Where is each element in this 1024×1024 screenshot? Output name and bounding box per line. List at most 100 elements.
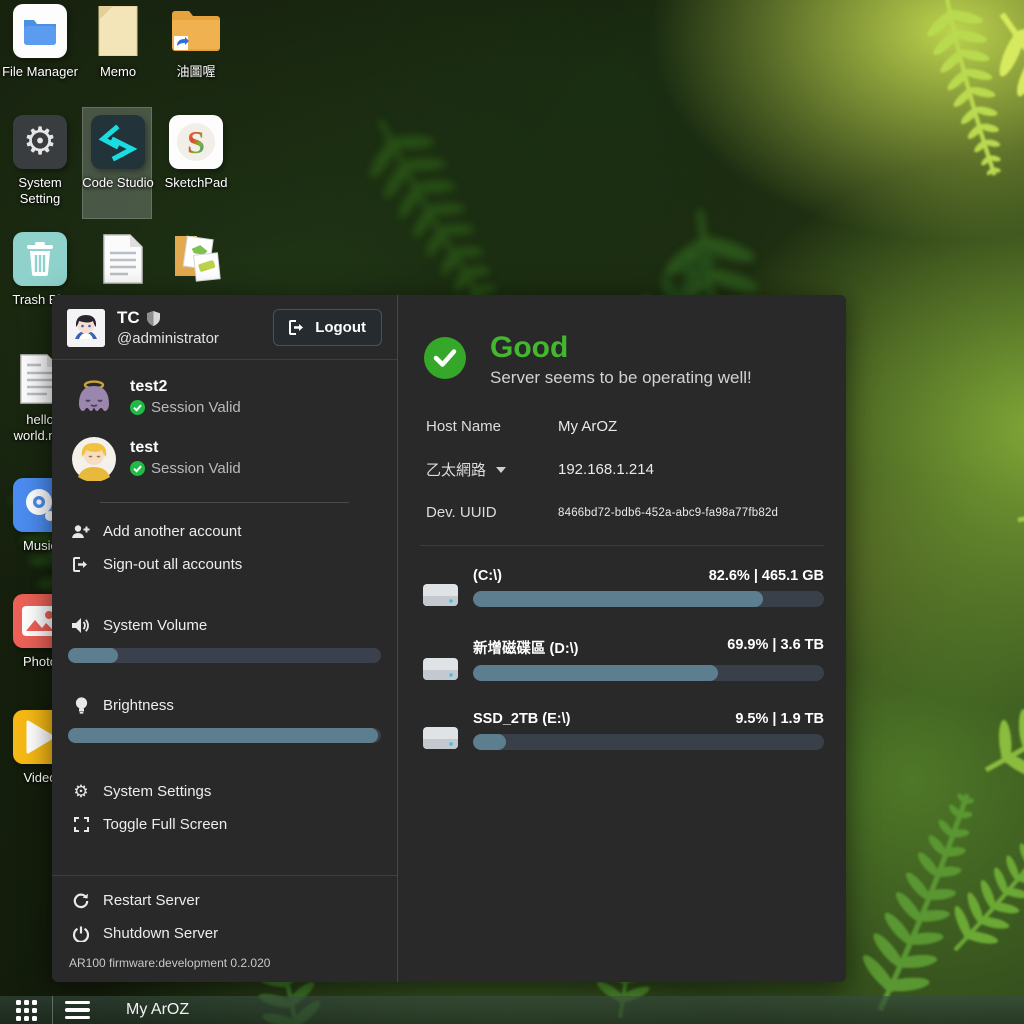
speaker-icon <box>72 618 90 633</box>
disk-row-d: 新增磁碟區 (D:\) 69.9% | 3.6 TB <box>422 637 824 681</box>
bulb-icon <box>72 697 90 714</box>
network-label: 乙太網路 <box>426 459 486 480</box>
network-row: 乙太網路 192.168.1.214 <box>426 459 824 480</box>
brightness-item: Brightness <box>52 689 397 722</box>
user-avatar <box>67 309 105 347</box>
account-row-test2[interactable]: test2 Session Valid <box>72 376 377 420</box>
shutdown-server-item[interactable]: Shutdown Server <box>52 917 397 950</box>
system-settings-label: System Settings <box>103 783 211 800</box>
disk-row-c: (C:\) 82.6% | 465.1 GB <box>422 568 824 607</box>
account-avatar-test <box>72 437 116 481</box>
brightness-slider-fill <box>68 728 378 743</box>
account-name: test <box>130 439 241 457</box>
health-check-icon <box>424 337 466 379</box>
user-handle: @administrator <box>117 330 219 347</box>
check-circle-icon <box>130 400 145 415</box>
account-list: test2 Session Valid test Session Valid <box>52 360 397 500</box>
disk-usage-bar <box>473 591 824 607</box>
desktop-icon-memo[interactable]: Memo <box>90 4 146 80</box>
logout-button[interactable]: Logout <box>273 309 382 346</box>
brightness-label: Brightness <box>103 697 174 714</box>
divider <box>52 875 397 876</box>
disk-usage: 69.9% | 3.6 TB <box>727 637 824 658</box>
server-health-header: Good Server seems to be operating well! <box>424 331 824 388</box>
icon-label: System Setting <box>2 175 78 207</box>
disk-usage: 82.6% | 465.1 GB <box>709 568 824 584</box>
uuid-value: 8466bd72-bdb6-452a-abc9-fa98a77fb82d <box>558 507 778 519</box>
signout-all-item[interactable]: Sign-out all accounts <box>52 548 397 581</box>
account-avatar-test2 <box>72 376 116 420</box>
shortcut-folder-icon <box>169 4 223 58</box>
hdd-icon <box>422 657 459 681</box>
system-volume-label: System Volume <box>103 617 207 634</box>
logout-icon <box>289 320 306 335</box>
desktop-icon-photo-folder[interactable] <box>168 230 224 290</box>
taskbar-title: My ArOZ <box>126 1001 189 1019</box>
disk-name: SSD_2TB (E:\) <box>473 711 571 727</box>
desktop-icon-sketchpad[interactable]: S SketchPad <box>168 115 224 191</box>
sketchpad-icon: S <box>169 115 223 169</box>
icon-label: Memo <box>80 64 156 80</box>
restart-server-label: Restart Server <box>103 892 200 909</box>
icon-label: SketchPad <box>158 175 234 191</box>
signout-all-label: Sign-out all accounts <box>103 556 242 573</box>
logout-label: Logout <box>315 319 366 336</box>
icon-label: 油圖喔 <box>158 64 234 80</box>
current-user-header: TC @administrator Logout <box>52 295 397 359</box>
shield-icon <box>147 311 160 326</box>
session-status: Session Valid <box>151 460 241 477</box>
restart-server-item[interactable]: Restart Server <box>52 884 397 917</box>
uuid-row: Dev. UUID 8466bd72-bdb6-452a-abc9-fa98a7… <box>426 504 824 521</box>
icon-label: File Manager <box>2 64 78 80</box>
hamburger-icon <box>65 1001 90 1005</box>
desktop-icon-document[interactable] <box>95 232 151 292</box>
toggle-fullscreen-label: Toggle Full Screen <box>103 816 227 833</box>
server-status-column: Good Server seems to be operating well! … <box>398 295 846 982</box>
restart-icon <box>72 893 90 909</box>
hostname-row: Host Name My ArOZ <box>426 418 824 435</box>
desktop-icon-system-setting[interactable]: ⚙ System Setting <box>12 115 68 207</box>
toggle-fullscreen-item[interactable]: Toggle Full Screen <box>52 808 397 841</box>
start-menu-button[interactable] <box>53 996 104 1024</box>
hostname-value: My ArOZ <box>558 418 617 435</box>
disk-name: 新增磁碟區 (D:\) <box>473 637 579 658</box>
divider <box>420 545 824 546</box>
disk-usage-fill <box>473 665 718 681</box>
desktop-icon-shortcut-folder[interactable]: 油圖喔 <box>168 4 224 80</box>
system-settings-item[interactable]: ⚙ System Settings <box>52 775 397 808</box>
document-icon <box>96 232 150 286</box>
sign-out-icon <box>72 557 90 572</box>
brightness-slider[interactable] <box>68 728 381 743</box>
disk-usage-fill <box>473 591 763 607</box>
health-status-title: Good <box>490 331 752 364</box>
memo-icon <box>91 4 145 58</box>
desktop-icon-code-studio[interactable]: Code Studio <box>90 115 146 191</box>
hostname-label: Host Name <box>426 418 558 435</box>
code-studio-icon <box>91 115 145 169</box>
add-account-label: Add another account <box>103 523 241 540</box>
volume-slider[interactable] <box>68 648 381 663</box>
gear-icon: ⚙ <box>13 115 67 169</box>
firmware-version: AR100 firmware:development 0.2.020 <box>52 950 397 982</box>
hdd-icon <box>422 583 459 607</box>
app-launcher-button[interactable] <box>0 996 52 1024</box>
account-row-test[interactable]: test Session Valid <box>72 437 377 481</box>
check-circle-icon <box>130 461 145 476</box>
apps-grid-icon <box>16 1000 37 1021</box>
network-dropdown[interactable]: 乙太網路 <box>426 459 558 480</box>
add-account-item[interactable]: Add another account <box>52 515 397 548</box>
volume-slider-fill <box>68 648 118 663</box>
desktop-icon-file-manager[interactable]: File Manager <box>12 4 68 80</box>
power-icon <box>72 926 90 942</box>
user-identity: TC @administrator <box>117 308 219 347</box>
disk-usage-bar <box>473 665 824 681</box>
ip-address-value: 192.168.1.214 <box>558 461 654 478</box>
trash-icon <box>13 232 67 286</box>
account-name: test2 <box>130 378 241 396</box>
hdd-icon <box>422 726 459 750</box>
divider <box>100 502 348 503</box>
server-power-group: Restart Server Shutdown Server AR100 fir… <box>52 875 397 982</box>
file-manager-icon <box>13 4 67 58</box>
username: TC <box>117 308 140 328</box>
disk-name: (C:\) <box>473 568 502 584</box>
